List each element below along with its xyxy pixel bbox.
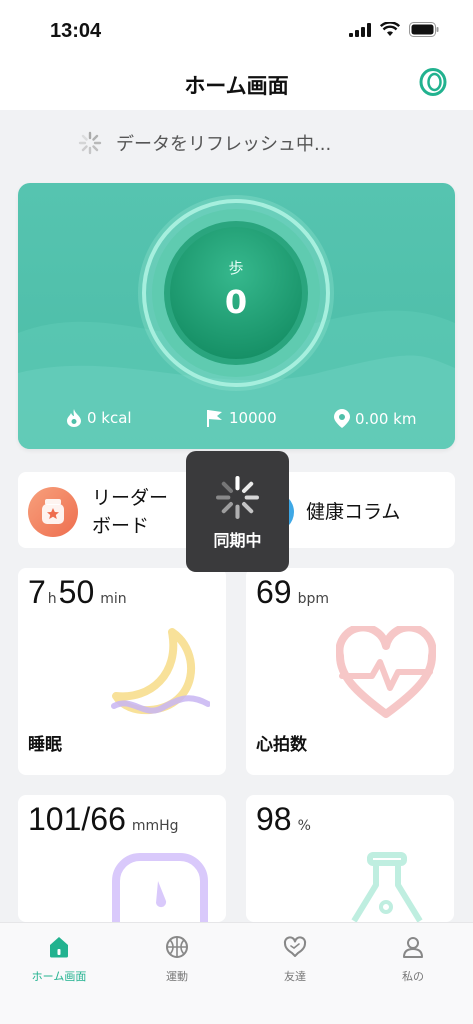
location-pin-icon bbox=[334, 409, 350, 428]
blood-oxygen-value-group: 98 % bbox=[256, 801, 311, 838]
tab-exercise-label: 運動 bbox=[166, 970, 188, 983]
battery-icon bbox=[409, 22, 439, 37]
status-time: 13:04 bbox=[50, 20, 102, 42]
steps-label: 歩 bbox=[228, 259, 244, 277]
pressure-gauge-icon bbox=[112, 853, 208, 922]
sync-toast-text: 同期中 bbox=[213, 531, 262, 550]
blood-oxygen-tile[interactable]: 98 % bbox=[246, 795, 454, 922]
sleep-tile[interactable]: 7 h 50 min 睡眠 bbox=[18, 568, 226, 775]
calories-stat: 0 kcal bbox=[66, 409, 132, 427]
blood-pressure-unit: mmHg bbox=[131, 818, 179, 834]
tab-home-label: ホーム画面 bbox=[31, 970, 87, 983]
leaderboard-label: リーダー ボード bbox=[92, 484, 168, 540]
heart-rate-value: 69 bbox=[256, 574, 292, 610]
goal-stat: 10000 bbox=[206, 409, 277, 427]
flame-icon bbox=[67, 409, 81, 427]
status-icons bbox=[349, 22, 439, 37]
leaderboard-icon bbox=[28, 487, 78, 537]
bottom-tab-bar: ホーム画面 運動 友達 私の bbox=[0, 922, 473, 1024]
moon-icon bbox=[111, 628, 210, 715]
sleep-hours-unit: h bbox=[47, 591, 57, 607]
flag-icon bbox=[207, 410, 222, 427]
loading-spinner-icon bbox=[78, 131, 102, 155]
heart-rate-label: 心拍数 bbox=[256, 735, 307, 755]
refresh-text: データをリフレッシュ中... bbox=[116, 134, 332, 155]
blood-oxygen-unit: % bbox=[297, 818, 311, 834]
app-header: ホーム画面 bbox=[0, 58, 473, 110]
flask-icon bbox=[351, 852, 423, 922]
sleep-value: 7 h 50 min bbox=[28, 574, 127, 611]
calories-value: 0 kcal bbox=[87, 409, 132, 427]
goal-value: 10000 bbox=[229, 409, 277, 427]
steps-dial: 歩 0 bbox=[136, 193, 336, 393]
heart-chat-icon bbox=[283, 936, 307, 957]
person-icon bbox=[403, 937, 423, 958]
health-column-label: 健康コラム bbox=[306, 501, 401, 523]
blood-pressure-value-group: 101/66 mmHg bbox=[28, 801, 179, 838]
heart-icon bbox=[336, 626, 436, 718]
distance-stat: 0.00 km bbox=[334, 409, 416, 428]
status-bar: 13:04 bbox=[0, 0, 473, 58]
sleep-hours: 7 bbox=[28, 574, 46, 610]
basketball-icon bbox=[166, 936, 188, 958]
blood-pressure-value: 101/66 bbox=[28, 801, 126, 837]
sync-spinner-icon bbox=[216, 476, 259, 519]
page-title: ホーム画面 bbox=[184, 74, 289, 98]
smart-ring-icon[interactable] bbox=[419, 68, 447, 96]
leaderboard-label-line1: リーダー bbox=[92, 487, 169, 509]
sleep-label: 睡眠 bbox=[28, 735, 62, 755]
blood-oxygen-value: 98 bbox=[256, 801, 292, 837]
refresh-indicator: データをリフレッシュ中... bbox=[78, 130, 331, 156]
distance-value: 0.00 km bbox=[355, 409, 417, 428]
leaderboard-button[interactable]: リーダー ボード bbox=[28, 484, 168, 540]
tab-friends[interactable]: 友達 bbox=[236, 935, 354, 984]
activity-card[interactable]: 歩 0 0 kcal 10000 0.00 km bbox=[18, 183, 455, 449]
home-icon bbox=[50, 937, 68, 958]
tab-exercise[interactable]: 運動 bbox=[118, 935, 236, 984]
sleep-minutes-unit: min bbox=[100, 591, 127, 607]
sleep-minutes: 50 bbox=[58, 574, 95, 610]
tab-profile-label: 私の bbox=[402, 970, 424, 983]
heart-rate-tile[interactable]: 69 bpm 心拍数 bbox=[246, 568, 454, 775]
tab-friends-label: 友達 bbox=[284, 970, 306, 983]
signal-icon bbox=[349, 22, 371, 37]
steps-value: 0 bbox=[224, 283, 248, 321]
wifi-icon bbox=[380, 22, 400, 36]
tab-profile[interactable]: 私の bbox=[354, 935, 472, 984]
heart-rate-value-group: 69 bpm bbox=[256, 574, 329, 611]
blood-pressure-tile[interactable]: 101/66 mmHg bbox=[18, 795, 226, 922]
sync-toast: 同期中 bbox=[186, 451, 289, 572]
leaderboard-label-line2: ボード bbox=[92, 515, 150, 537]
tab-home[interactable]: ホーム画面 bbox=[0, 935, 118, 984]
heart-rate-unit: bpm bbox=[297, 591, 330, 607]
